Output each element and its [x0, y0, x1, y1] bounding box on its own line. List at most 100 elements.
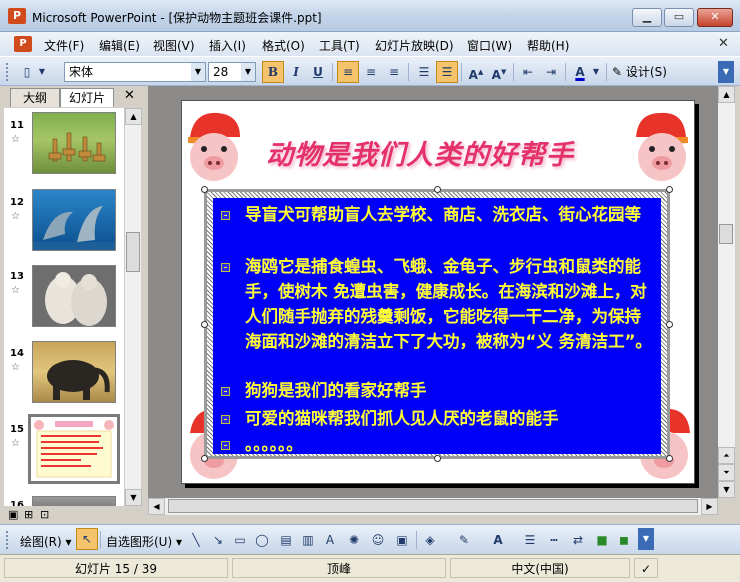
slide-thumbnail[interactable]: [32, 265, 116, 327]
toolbar-options-icon[interactable]: ▼: [638, 528, 654, 550]
chevron-down-icon[interactable]: ▼: [241, 63, 255, 81]
new-document-icon[interactable]: ▯: [16, 61, 38, 83]
chevron-down-icon[interactable]: ▼: [590, 61, 602, 83]
menu-file[interactable]: 文件(F): [44, 37, 84, 54]
scroll-down-icon[interactable]: ▼: [718, 481, 735, 498]
menu-insert[interactable]: 插入(I): [209, 37, 246, 54]
editor-horizontal-scrollbar[interactable]: ◀ ▶: [148, 498, 718, 515]
panel-scrollbar[interactable]: ▲ ▼: [124, 108, 142, 506]
slide-thumbnail[interactable]: [32, 341, 116, 403]
close-button[interactable]: ✕: [697, 8, 733, 27]
resize-handle[interactable]: [201, 455, 208, 462]
bullet-item[interactable]: 可爱的猫咪帮我们抓人见人厌的老鼠的能手: [221, 406, 657, 431]
menu-slideshow[interactable]: 幻灯片放映(D): [375, 37, 454, 54]
editor-vertical-scrollbar[interactable]: ▲ ⏶ ⏷ ▼: [718, 86, 735, 498]
current-slide[interactable]: 动物是我们人类的好帮手 导盲犬可帮助盲人去学校、商店、洗衣店、街心花园等 海鸥它…: [181, 100, 695, 484]
normal-view-icon[interactable]: ▣: [8, 508, 18, 521]
menu-help[interactable]: 帮助(H): [527, 37, 569, 54]
shadow-style-icon[interactable]: ■: [594, 532, 610, 548]
insert-picture-icon[interactable]: ▣: [394, 532, 410, 548]
bullet-item[interactable]: 海鸥它是捕食蝗虫、飞蛾、金龟子、步行虫和鼠类的能手，使树木 免遭虫害，健康成长。…: [221, 254, 657, 354]
scroll-up-icon[interactable]: ▲: [125, 108, 142, 125]
resize-handle[interactable]: [434, 186, 441, 193]
chevron-down-icon[interactable]: ▼: [36, 61, 48, 83]
scroll-up-icon[interactable]: ▲: [718, 86, 735, 103]
fill-color-icon[interactable]: ◈: [422, 532, 438, 548]
toolbar-options-icon[interactable]: ▼: [718, 61, 734, 83]
editor-hscroll-thumb[interactable]: [168, 499, 698, 513]
italic-button[interactable]: I: [285, 61, 307, 83]
font-size-select[interactable]: 28 ▼: [208, 62, 256, 82]
body-placeholder-frame[interactable]: 导盲犬可帮助盲人去学校、商店、洗衣店、街心花园等 海鸥它是捕食蝗虫、飞蛾、金龟子…: [204, 189, 670, 459]
toolbar-grip[interactable]: [6, 531, 10, 549]
font-color-icon[interactable]: A: [569, 61, 591, 83]
next-slide-icon[interactable]: ⏷: [718, 464, 735, 481]
numbering-icon[interactable]: ☰: [413, 61, 435, 83]
spelling-status-icon[interactable]: ✓: [634, 558, 658, 578]
toolbar-grip[interactable]: [6, 63, 10, 81]
align-left-icon[interactable]: ≡: [337, 61, 359, 83]
menu-window[interactable]: 窗口(W): [467, 37, 512, 54]
font-name-select[interactable]: 宋体 ▼: [64, 62, 206, 82]
resize-handle[interactable]: [666, 186, 673, 193]
draw-menu-button[interactable]: 绘图(R) ▾: [20, 533, 72, 550]
increase-font-icon[interactable]: A▲: [465, 61, 487, 83]
line-style-icon[interactable]: ☰: [522, 532, 538, 548]
previous-slide-icon[interactable]: ⏶: [718, 447, 735, 464]
rectangle-tool-icon[interactable]: ▭: [232, 532, 248, 548]
diagram-icon[interactable]: ✺: [346, 532, 362, 548]
slideshow-view-icon[interactable]: ⊡: [40, 508, 49, 521]
chevron-down-icon[interactable]: ▼: [191, 63, 205, 81]
editor-scroll-thumb[interactable]: [719, 224, 733, 244]
document-icon[interactable]: P: [14, 36, 32, 52]
align-right-icon[interactable]: ≡: [383, 61, 405, 83]
slide-thumbnail[interactable]: [32, 496, 116, 506]
minimize-button[interactable]: ▁: [632, 8, 662, 27]
textbox-tool-icon[interactable]: ▤: [278, 532, 294, 548]
3d-style-icon[interactable]: ◼: [616, 532, 632, 548]
resize-handle[interactable]: [434, 455, 441, 462]
increase-indent-icon[interactable]: ⇥: [540, 61, 562, 83]
maximize-button[interactable]: ▭: [664, 8, 694, 27]
select-pointer-icon[interactable]: ↖: [76, 528, 98, 550]
body-text-box[interactable]: 导盲犬可帮助盲人去学校、商店、洗衣店、街心花园等 海鸥它是捕食蝗虫、飞蛾、金龟子…: [213, 198, 661, 454]
arrow-style-icon[interactable]: ⇄: [570, 532, 586, 548]
document-close-icon[interactable]: ✕: [718, 36, 729, 51]
dash-style-icon[interactable]: ┅: [546, 532, 562, 548]
line-tool-icon[interactable]: ╲: [188, 532, 204, 548]
menu-view[interactable]: 视图(V): [153, 37, 195, 54]
scroll-down-icon[interactable]: ▼: [125, 489, 142, 506]
bullet-item[interactable]: 狗狗是我们的看家好帮手: [221, 378, 657, 403]
resize-handle[interactable]: [201, 321, 208, 328]
bullet-item[interactable]: 。。。。。。: [221, 432, 657, 457]
menu-tools[interactable]: 工具(T): [319, 37, 360, 54]
bullet-item[interactable]: 导盲犬可帮助盲人去学校、商店、洗衣店、街心花园等: [221, 202, 657, 227]
align-center-icon[interactable]: ≡: [360, 61, 382, 83]
clipart-icon[interactable]: ☺: [370, 532, 386, 548]
menu-format[interactable]: 格式(O): [262, 37, 305, 54]
decrease-indent-icon[interactable]: ⇤: [517, 61, 539, 83]
scroll-right-icon[interactable]: ▶: [701, 498, 718, 515]
slide-title[interactable]: 动物是我们人类的好帮手: [266, 133, 626, 172]
autoshapes-button[interactable]: 自选图形(U) ▾: [106, 533, 182, 550]
design-button[interactable]: ✎ 设计(S): [612, 63, 667, 80]
panel-close-icon[interactable]: ✕: [124, 88, 135, 103]
underline-button[interactable]: U: [307, 61, 329, 83]
powerpoint-app-icon[interactable]: P: [8, 8, 26, 24]
scroll-left-icon[interactable]: ◀: [148, 498, 165, 515]
wordart-icon[interactable]: A: [322, 532, 338, 548]
panel-scroll-thumb[interactable]: [126, 232, 140, 272]
bold-button[interactable]: B: [262, 61, 284, 83]
resize-handle[interactable]: [201, 186, 208, 193]
tab-outline[interactable]: 大纲: [10, 88, 60, 107]
slide-thumbnail-selected[interactable]: [28, 414, 120, 484]
vertical-textbox-icon[interactable]: ▥: [300, 532, 316, 548]
slide-thumbnail[interactable]: [32, 112, 116, 174]
menu-edit[interactable]: 编辑(E): [99, 37, 140, 54]
slide-thumbnail[interactable]: [32, 189, 116, 251]
resize-handle[interactable]: [666, 321, 673, 328]
decrease-font-icon[interactable]: A▼: [488, 61, 510, 83]
arrow-tool-icon[interactable]: ↘: [210, 532, 226, 548]
font-color-icon[interactable]: A: [490, 532, 506, 548]
bullets-icon[interactable]: ☰: [436, 61, 458, 83]
